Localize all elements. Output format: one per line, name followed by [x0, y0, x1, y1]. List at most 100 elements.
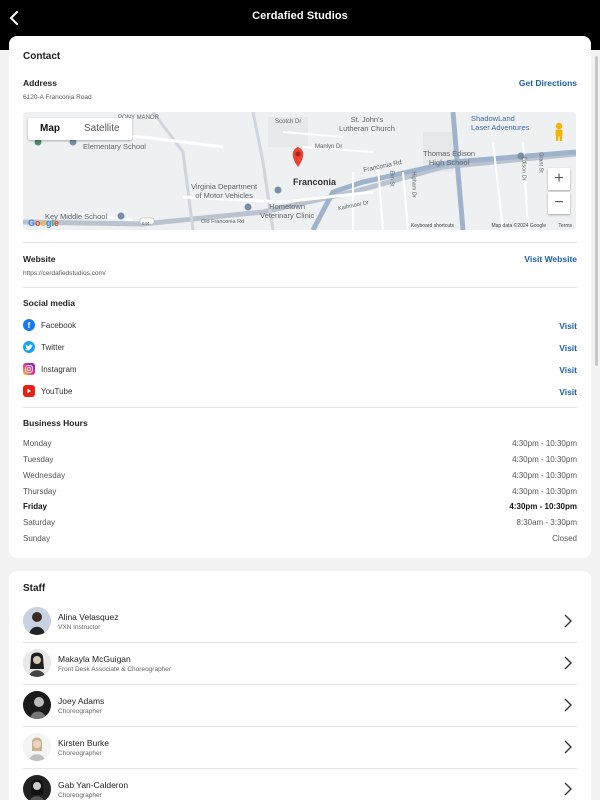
hours-time: 4:30pm - 10:30pm [512, 471, 577, 480]
map-label-st-johns: St. John's Lutheran Church [339, 115, 395, 133]
zoom-in-button[interactable]: + [548, 168, 570, 190]
visit-facebook-link[interactable]: Visit [559, 321, 577, 331]
map-label-elementary: Elementary School [83, 142, 146, 151]
staff-name: Kirsten Burke [58, 738, 110, 748]
hours-day: Wednesday [23, 471, 66, 480]
map-label-shadowland: ShadowLand Laser Adventures [471, 114, 530, 132]
hours-row: Tuesday 4:30pm - 10:30pm [23, 455, 577, 467]
staff-row[interactable]: Gab Yan-Calderon Choreographer [23, 775, 577, 800]
social-row-instagram: Instagram Visit [23, 363, 577, 377]
staff-row[interactable]: Joey Adams Choreographer [23, 691, 577, 733]
hours-day: Saturday [23, 518, 56, 527]
page-title: Cerdafied Studios [252, 10, 348, 22]
staff-title: Staff [23, 583, 46, 594]
divider [23, 684, 577, 685]
google-logo: Google [28, 218, 60, 228]
hours-time: 4:30pm - 10:30pm [509, 502, 577, 511]
facebook-icon: f [23, 319, 35, 331]
hours-row: Saturday 8:30am - 3:30pm [23, 518, 577, 530]
map-tab-map[interactable]: Map [28, 118, 72, 140]
staff-role: Choreographer [58, 708, 102, 715]
map-label-old-franconia: Old Franconia Rd [201, 219, 245, 225]
hours-time: Closed [552, 534, 577, 543]
hours-time: 4:30pm - 10:30pm [512, 455, 577, 464]
divider [23, 242, 577, 243]
divider [23, 768, 577, 769]
hours-day: Sunday [23, 534, 51, 543]
hours-row: Sunday Closed [23, 534, 577, 546]
zoom-out-button[interactable]: − [548, 192, 570, 214]
avatar [23, 649, 51, 677]
staff-name: Gab Yan-Calderon [58, 780, 129, 790]
visit-youtube-link[interactable]: Visit [559, 387, 577, 397]
divider [23, 407, 577, 408]
visit-instagram-link[interactable]: Visit [559, 365, 577, 375]
chevron-right-icon [564, 698, 572, 712]
business-hours-label: Business Hours [23, 418, 88, 428]
avatar [23, 775, 51, 800]
map-label-franconia: Franconia [293, 177, 337, 187]
minus-icon: − [554, 194, 564, 211]
hours-day: Friday [23, 502, 48, 511]
map-keyboard-shortcuts[interactable]: Keyboard shortcuts [411, 223, 454, 229]
twitter-icon [23, 341, 35, 353]
divider [23, 642, 577, 643]
social-media-label: Social media [23, 298, 75, 308]
social-name: Facebook [41, 321, 77, 330]
hours-time: 8:30am - 3:30pm [516, 518, 577, 527]
staff-row[interactable]: Makayla McGuigan Front Desk Associate & … [23, 649, 577, 691]
map-label-elm-st: Elm St [388, 170, 395, 187]
staff-role: VXN Instructor [58, 624, 101, 631]
hours-day: Thursday [23, 487, 57, 496]
chevron-right-icon [564, 614, 572, 628]
hours-row: Thursday 4:30pm - 10:30pm [23, 487, 577, 499]
map-terms[interactable]: Terms [558, 223, 572, 229]
map-label-higham: Higham Dr [410, 171, 417, 198]
hours-time: 4:30pm - 10:30pm [512, 487, 577, 496]
map[interactable]: Elementary School PONY MANOR Scotch Dr M… [23, 112, 576, 230]
map-label-hometown: Hometown Veterinary Clinic [260, 202, 315, 220]
staff-role: Choreographer [58, 792, 102, 799]
staff-name: Joey Adams [58, 696, 105, 706]
hours-day: Tuesday [23, 455, 54, 464]
hours-row-current: Friday 4:30pm - 10:30pm [23, 502, 577, 514]
hours-row: Wednesday 4:30pm - 10:30pm [23, 471, 577, 483]
map-type-toggle: Map Satellite [28, 118, 132, 140]
divider [23, 287, 577, 288]
social-name: Instagram [41, 365, 77, 374]
visit-twitter-link[interactable]: Visit [559, 343, 577, 353]
website-url: https://cerdafiedstudios.com/ [23, 270, 106, 277]
social-row-youtube: YouTube Visit [23, 385, 577, 399]
address-value: 6120-A Franconia Road [23, 94, 92, 101]
hours-day: Monday [23, 439, 52, 448]
social-name: YouTube [41, 387, 73, 396]
chevron-right-icon [564, 782, 572, 796]
staff-role: Front Desk Associate & Choreographer [58, 666, 172, 673]
map-label-edison-dr: Edison Dr [520, 156, 527, 181]
address-label: Address [23, 78, 58, 88]
divider [23, 726, 577, 727]
street-view-pegman[interactable] [548, 117, 570, 147]
social-row-twitter: Twitter Visit [23, 341, 577, 355]
scrollbar[interactable] [595, 56, 598, 366]
hours-row: Monday 4:30pm - 10:30pm [23, 439, 577, 451]
get-directions-link[interactable]: Get Directions [519, 78, 577, 88]
map-label-grant-st: Grant St [537, 152, 544, 173]
youtube-icon [23, 385, 35, 397]
contact-card: Contact Address 6120-A Franconia Road Ge… [9, 36, 591, 558]
staff-name: Makayla McGuigan [58, 654, 131, 664]
map-label-manlyn: Manlyn Dr [315, 144, 343, 150]
map-data-credit: Map data ©2024 Google [491, 223, 546, 229]
hours-time: 4:30pm - 10:30pm [512, 439, 577, 448]
staff-card: Staff Alina Velasquez VXN Instructor Mak… [9, 571, 591, 800]
chevron-right-icon [564, 656, 572, 670]
contact-title: Contact [23, 51, 61, 62]
visit-website-link[interactable]: Visit Website [524, 254, 577, 264]
pegman-icon [555, 122, 563, 141]
map-label-route-644: 644 [142, 221, 150, 226]
map-tab-satellite[interactable]: Satellite [72, 118, 132, 140]
staff-row[interactable]: Kirsten Burke Choreographer [23, 733, 577, 775]
social-row-facebook: f Facebook Visit [23, 319, 577, 333]
chevron-right-icon [564, 740, 572, 754]
staff-row[interactable]: Alina Velasquez VXN Instructor [23, 607, 577, 649]
